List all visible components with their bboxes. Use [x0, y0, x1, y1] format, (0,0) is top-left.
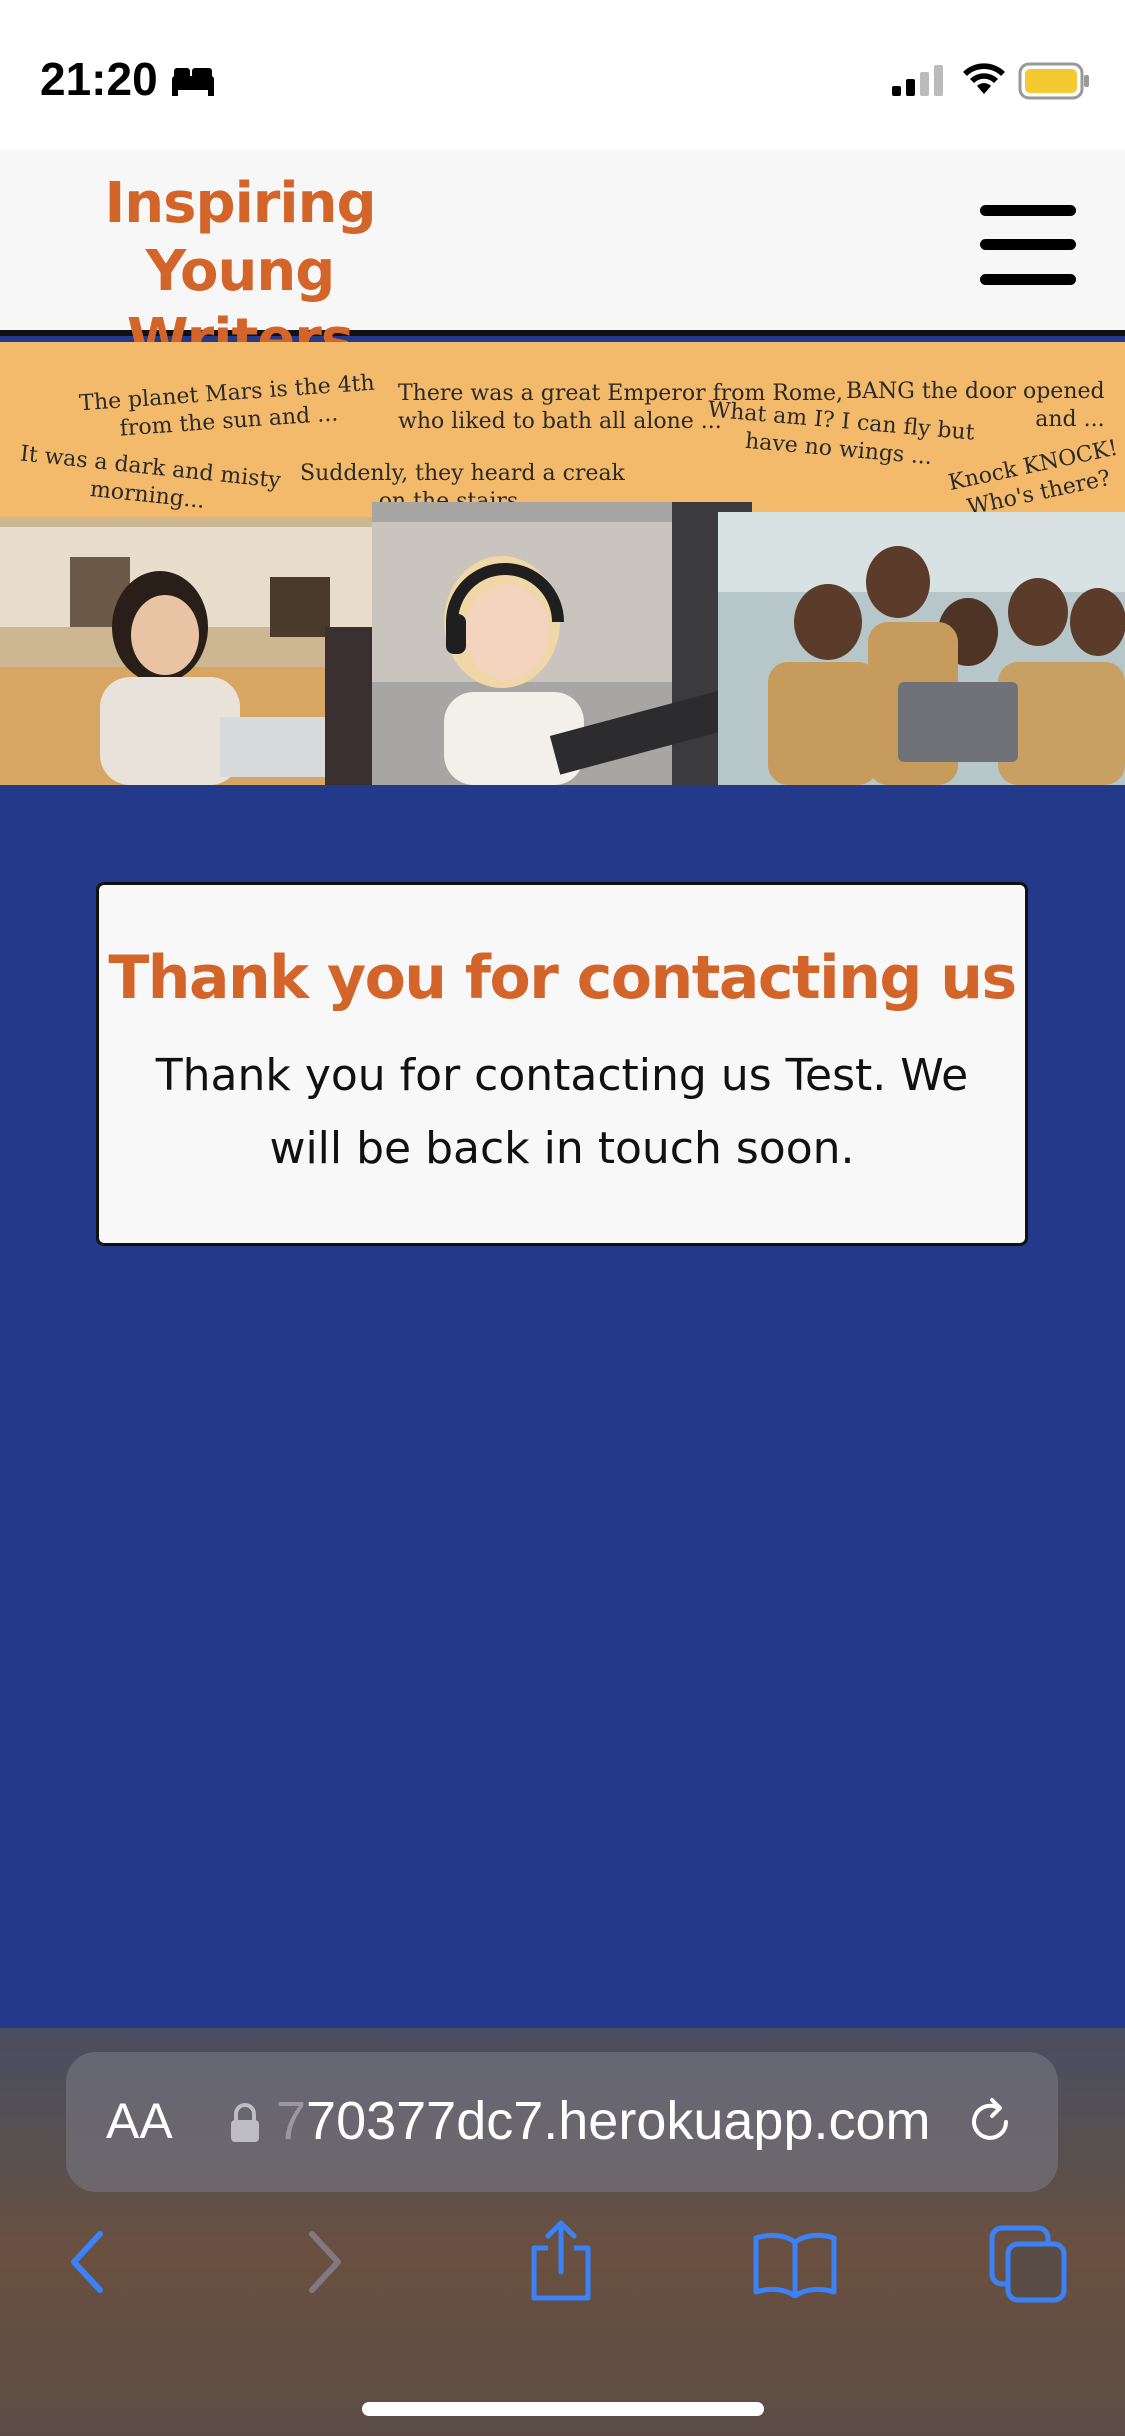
- text-size-button[interactable]: AA: [106, 2092, 173, 2150]
- hero-banner: The planet Mars is the 4th from the sun …: [0, 342, 1125, 785]
- hero-photo-boys-laptop: [718, 512, 1125, 785]
- hamburger-menu-icon[interactable]: [980, 205, 1076, 287]
- thank-you-card: Thank you for contacting us Thank you fo…: [96, 882, 1028, 1246]
- address-bar[interactable]: AA 770377dc7.herokuapp.com: [66, 2052, 1058, 2192]
- url-prefix-fragment: 7: [276, 2091, 307, 2151]
- hero-quote-mars: The planet Mars is the 4th from the sun …: [78, 370, 376, 442]
- status-time: 21:20: [40, 53, 158, 105]
- card-message: Thank you for contacting us Test. We wil…: [155, 1050, 969, 1174]
- browser-toolbar: AA 770377dc7.herokuapp.com: [0, 2028, 1125, 2436]
- tabs-icon[interactable]: [988, 2224, 1070, 2304]
- hero-photo-girl-laptop: [0, 517, 372, 785]
- bookmarks-icon[interactable]: [752, 2228, 838, 2298]
- share-icon[interactable]: [524, 2218, 598, 2302]
- lock-icon: [231, 2103, 259, 2142]
- site-header: Inspiring Young Writers: [0, 150, 1125, 372]
- brand-line-1: Inspiring Young: [104, 171, 376, 304]
- card-title: Thank you for contacting us: [108, 943, 1017, 1013]
- hero-quote-bang: BANG the door opened and ...: [846, 379, 1105, 432]
- home-indicator[interactable]: [362, 2402, 764, 2416]
- forward-icon[interactable]: [300, 2228, 350, 2298]
- text-size-label: AA: [106, 2093, 173, 2149]
- sleep-mode-icon: [172, 68, 214, 96]
- hero-quote-misty: It was a dark and misty morning...: [18, 441, 282, 514]
- hero-photo-child-headphones: [372, 502, 752, 785]
- wifi-icon: [963, 63, 1005, 94]
- reload-icon[interactable]: [962, 2094, 1018, 2150]
- cellular-signal-icon: [892, 65, 943, 96]
- url-domain: 70377dc7.herokuapp.com: [306, 2091, 931, 2151]
- status-bar: 21:20: [0, 0, 1125, 150]
- battery-icon: [1018, 62, 1089, 100]
- url-text[interactable]: 770377dc7.herokuapp.com: [276, 2090, 996, 2152]
- back-icon[interactable]: [62, 2228, 112, 2298]
